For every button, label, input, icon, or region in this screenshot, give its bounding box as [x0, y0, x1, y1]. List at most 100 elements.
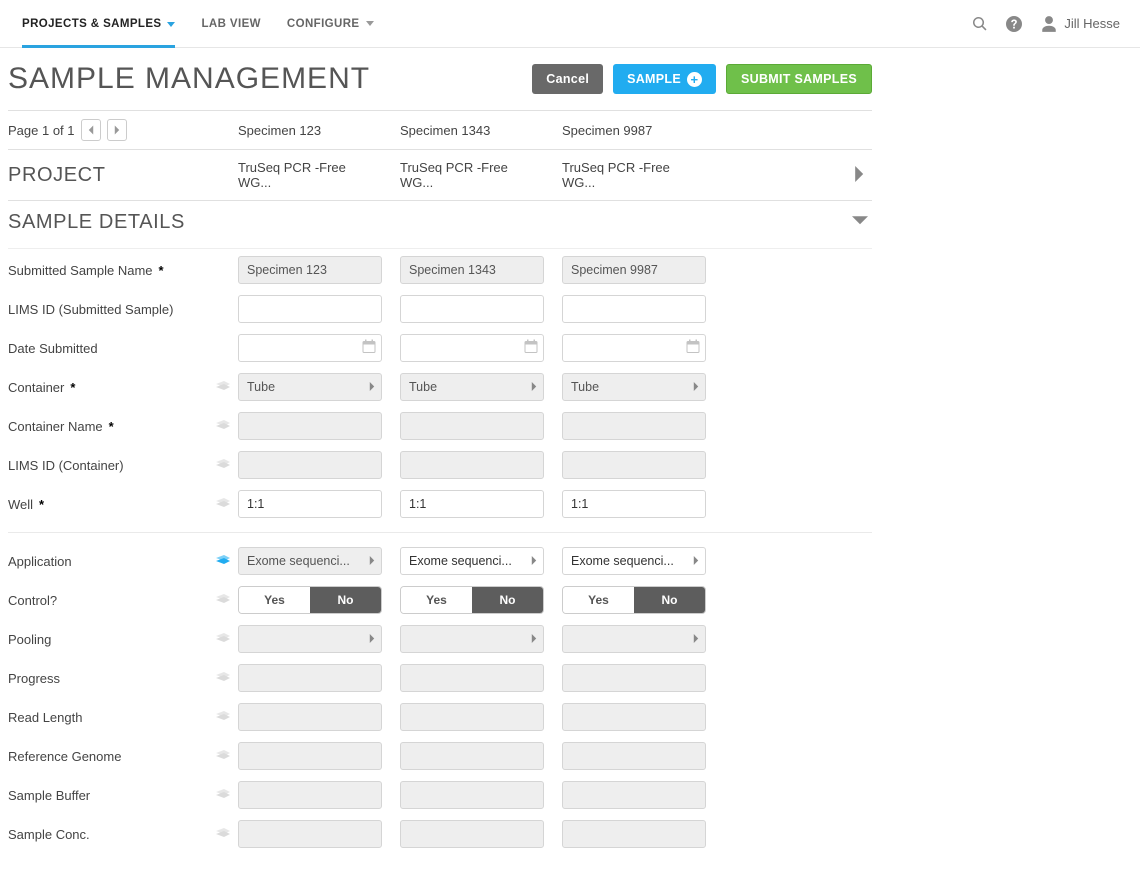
- toggle-no[interactable]: No: [634, 587, 705, 613]
- bulk-fill-icon[interactable]: [216, 420, 230, 432]
- pooling-select[interactable]: [400, 625, 544, 653]
- project-value: TruSeq PCR -Free WG...: [562, 160, 706, 190]
- specimen-header-row: Page 1 of 1 Specimen 123 Specimen 1343 S…: [8, 111, 872, 150]
- column-header: Specimen 1343: [400, 123, 544, 138]
- sample_buffer-input: [238, 781, 382, 809]
- bulk-fill-icon[interactable]: [216, 633, 230, 645]
- container_name-input: [400, 412, 544, 440]
- pooling-select[interactable]: [562, 625, 706, 653]
- bulk-fill-icon[interactable]: [216, 711, 230, 723]
- field-label: LIMS ID (Submitted Sample): [8, 302, 173, 317]
- well-input[interactable]: [400, 490, 544, 518]
- pager-prev[interactable]: [81, 119, 101, 141]
- well-input[interactable]: [562, 490, 706, 518]
- container-select[interactable]: [238, 373, 382, 401]
- project-value: TruSeq PCR -Free WG...: [400, 160, 544, 190]
- application-select[interactable]: [400, 547, 544, 575]
- field-row-progress: Progress: [8, 660, 872, 696]
- caret-down-icon: [366, 21, 374, 26]
- bulk-fill-icon[interactable]: [216, 381, 230, 393]
- pager-text: Page 1 of 1: [8, 123, 75, 138]
- nav-configure[interactable]: CONFIGURE: [287, 0, 374, 47]
- bulk-fill-icon[interactable]: [216, 459, 230, 471]
- nav-label: LAB VIEW: [201, 18, 260, 30]
- user-menu[interactable]: Jill Hesse: [1040, 15, 1120, 33]
- details-section-label: SAMPLE DETAILS: [8, 211, 185, 234]
- expand-project-icon[interactable]: [848, 166, 872, 185]
- application-select[interactable]: [238, 547, 382, 575]
- lims_id_sample-input[interactable]: [400, 295, 544, 323]
- pager-next[interactable]: [107, 119, 127, 141]
- submitted_name-input: [238, 256, 382, 284]
- read_length-input: [400, 703, 544, 731]
- field-row-sample_conc: Sample Conc.: [8, 816, 872, 852]
- field-label: LIMS ID (Container): [8, 458, 124, 473]
- collapse-details-icon[interactable]: [848, 213, 872, 232]
- page-title: SAMPLE MANAGEMENT: [8, 62, 370, 96]
- field-label: Sample Conc.: [8, 827, 90, 842]
- read_length-input: [238, 703, 382, 731]
- field-label: Reference Genome: [8, 749, 121, 764]
- field-row-reference_genome: Reference Genome: [8, 738, 872, 774]
- well-input[interactable]: [238, 490, 382, 518]
- user-name: Jill Hesse: [1064, 16, 1120, 31]
- add-sample-button[interactable]: SAMPLE +: [613, 64, 716, 94]
- date_submitted-input[interactable]: [562, 334, 706, 362]
- nav-projects-samples[interactable]: PROJECTS & SAMPLES: [22, 1, 175, 48]
- control-toggle[interactable]: YesNo: [238, 586, 382, 614]
- field-row-date_submitted: Date Submitted: [8, 330, 872, 366]
- toggle-yes[interactable]: Yes: [239, 587, 310, 613]
- column-header: Specimen 123: [238, 123, 382, 138]
- field-label: Progress: [8, 671, 60, 686]
- field-label: Date Submitted: [8, 341, 98, 356]
- date_submitted-input[interactable]: [238, 334, 382, 362]
- toggle-yes[interactable]: Yes: [401, 587, 472, 613]
- submit-samples-button[interactable]: SUBMIT SAMPLES: [726, 64, 872, 94]
- date_submitted-input[interactable]: [400, 334, 544, 362]
- field-label: Container: [8, 380, 64, 395]
- bulk-fill-icon[interactable]: [216, 750, 230, 762]
- submitted_name-input: [562, 256, 706, 284]
- field-label: Application: [8, 554, 72, 569]
- sample_conc-input: [562, 820, 706, 848]
- application-select[interactable]: [562, 547, 706, 575]
- sample-details-header[interactable]: SAMPLE DETAILS: [8, 201, 872, 249]
- progress-input: [400, 664, 544, 692]
- control-toggle[interactable]: YesNo: [562, 586, 706, 614]
- toggle-no[interactable]: No: [310, 587, 381, 613]
- field-label: Well: [8, 497, 33, 512]
- field-row-control: Control? YesNoYesNoYesNo: [8, 582, 872, 618]
- control-toggle[interactable]: YesNo: [400, 586, 544, 614]
- field-row-lims_id_sample: LIMS ID (Submitted Sample): [8, 291, 872, 327]
- bulk-fill-icon[interactable]: [216, 498, 230, 510]
- field-label: Sample Buffer: [8, 788, 90, 803]
- container-select[interactable]: [562, 373, 706, 401]
- bulk-fill-icon[interactable]: [216, 555, 230, 567]
- bulk-fill-icon[interactable]: [216, 672, 230, 684]
- container_name-input: [238, 412, 382, 440]
- bulk-fill-icon[interactable]: [216, 828, 230, 840]
- search-icon[interactable]: [972, 16, 988, 32]
- bulk-fill-icon[interactable]: [216, 789, 230, 801]
- field-label: Pooling: [8, 632, 51, 647]
- lims_id_container-input: [400, 451, 544, 479]
- project-section-label: PROJECT: [8, 164, 106, 187]
- nav-lab-view[interactable]: LAB VIEW: [201, 0, 260, 47]
- toggle-yes[interactable]: Yes: [563, 587, 634, 613]
- caret-down-icon: [167, 22, 175, 27]
- cancel-button[interactable]: Cancel: [532, 64, 603, 94]
- lims_id_sample-input[interactable]: [562, 295, 706, 323]
- container_name-input: [562, 412, 706, 440]
- help-icon[interactable]: [1006, 16, 1022, 32]
- lims_id_container-input: [238, 451, 382, 479]
- reference_genome-input: [562, 742, 706, 770]
- sample_buffer-input: [400, 781, 544, 809]
- container-select[interactable]: [400, 373, 544, 401]
- progress-input: [238, 664, 382, 692]
- lims_id_sample-input[interactable]: [238, 295, 382, 323]
- field-row-container_name: Container Name *: [8, 408, 872, 444]
- sample_conc-input: [238, 820, 382, 848]
- bulk-fill-icon[interactable]: [216, 594, 230, 606]
- toggle-no[interactable]: No: [472, 587, 543, 613]
- pooling-select[interactable]: [238, 625, 382, 653]
